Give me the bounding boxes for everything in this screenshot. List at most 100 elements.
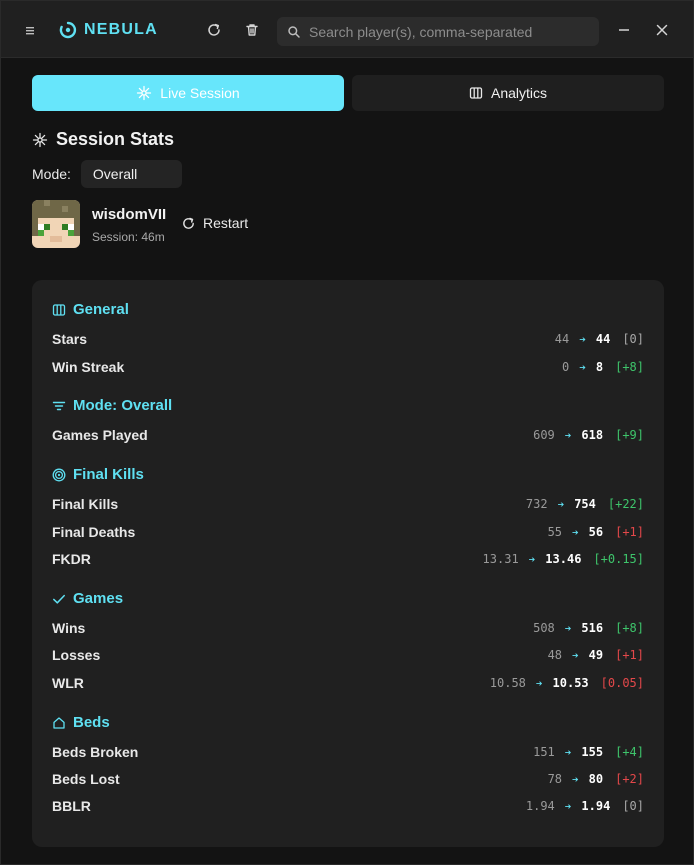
stat-new: 80: [588, 772, 604, 786]
category-title: Mode: Overall: [73, 397, 173, 414]
arrow-right-icon: ➔: [557, 497, 565, 511]
session-duration: Session: 46m: [92, 230, 165, 244]
target-icon: [52, 468, 66, 481]
stat-delta: [+1]: [615, 525, 644, 539]
tab-live-session[interactable]: Live Session: [32, 75, 344, 111]
stat-label: Stars: [52, 331, 88, 347]
restart-button[interactable]: Restart: [181, 215, 248, 231]
stat-row: Losses 48 ➔ 49 [+1]: [52, 645, 644, 665]
stat-values: 609 ➔ 618 [+9]: [533, 428, 644, 442]
stat-old: 609: [533, 428, 555, 442]
player-search[interactable]: [277, 17, 599, 46]
stat-old: 10.58: [489, 676, 526, 690]
app-window: NEBULA Search player(s), comma-separated…: [0, 0, 694, 865]
stat-label: Games Played: [52, 427, 148, 443]
category-title: Final Kills: [73, 466, 144, 483]
stat-old: 78: [547, 772, 563, 786]
category-mode: Mode: Overall: [52, 397, 172, 414]
arrow-right-icon: ➔: [572, 525, 579, 539]
refresh-button[interactable]: [204, 20, 224, 40]
stat-delta: [+4]: [615, 745, 644, 759]
stat-delta: [+8]: [615, 360, 644, 374]
category-title: Games: [73, 590, 124, 607]
stat-old: 1.94: [525, 799, 555, 813]
clear-button[interactable]: [242, 20, 262, 40]
stat-label: Beds Lost: [52, 771, 120, 787]
stat-delta: [0.05]: [600, 676, 644, 690]
title-bar: NEBULA: [1, 1, 693, 58]
close-button[interactable]: [652, 20, 672, 40]
category-general: General: [52, 301, 129, 318]
restart-label: Restart: [203, 215, 249, 231]
stat-label: Final Kills: [52, 496, 119, 512]
search-input[interactable]: [309, 23, 589, 40]
stat-label: BBLR: [52, 798, 91, 814]
tab-analytics[interactable]: Analytics: [352, 75, 664, 111]
stat-delta: [0]: [622, 799, 644, 813]
app-logo: NEBULA: [58, 20, 158, 40]
stat-new: 56: [588, 525, 604, 539]
stat-delta: [+0.15]: [593, 552, 644, 566]
stat-old: 13.31: [482, 552, 519, 566]
stat-row: Win Streak 0 ➔ 8 [+8]: [52, 357, 644, 377]
stat-values: 78 ➔ 80 [+2]: [548, 772, 644, 786]
columns-icon: [52, 303, 66, 316]
stat-row: BBLR 1.94 ➔ 1.94 [0]: [52, 796, 644, 816]
stat-new: 1.94: [581, 799, 611, 813]
stat-delta: [+22]: [607, 497, 644, 511]
category-beds: Beds: [52, 714, 110, 731]
player-info: wisdomVII Session: 46m: [32, 200, 166, 248]
arrow-right-icon: ➔: [579, 360, 586, 374]
stat-row: Final Deaths 55 ➔ 56 [+1]: [52, 522, 644, 542]
stat-values: 508 ➔ 516 [+8]: [533, 621, 644, 635]
restart-icon: [183, 217, 194, 229]
stat-row: Games Played 609 ➔ 618 [+9]: [52, 425, 644, 445]
stat-values: 10.58 ➔ 10.53 [0.05]: [490, 676, 644, 690]
arrow-right-icon: ➔: [579, 332, 586, 346]
stat-old: 0: [562, 360, 570, 374]
stat-values: 151 ➔ 155 [+4]: [533, 745, 644, 759]
stat-delta: [+9]: [615, 428, 644, 442]
stat-values: 48 ➔ 49 [+1]: [548, 648, 644, 662]
stat-label: Win Streak: [52, 359, 125, 375]
arrow-right-icon: ➔: [564, 799, 572, 813]
stat-old: 732: [525, 497, 548, 511]
stat-label: Beds Broken: [52, 744, 139, 760]
stat-row: Beds Lost 78 ➔ 80 [+2]: [52, 769, 644, 789]
arrow-right-icon: ➔: [535, 676, 543, 690]
tab-analytics-label: Analytics: [490, 85, 548, 101]
stat-new: 155: [581, 745, 604, 759]
stat-row: Final Kills 732 ➔ 754 [+22]: [52, 494, 644, 514]
stat-new: 754: [574, 497, 596, 511]
stat-delta: [0]: [622, 332, 644, 346]
minimize-icon: [619, 29, 629, 31]
stat-row: WLR 10.58 ➔ 10.53 [0.05]: [52, 673, 644, 693]
refresh-icon: [208, 23, 220, 36]
category-final-kills: Final Kills: [52, 466, 144, 483]
stat-delta: [+1]: [615, 648, 644, 662]
columns-icon: [469, 87, 483, 99]
mode-select[interactable]: Overall: [80, 160, 182, 188]
close-icon: [656, 24, 668, 36]
stats-card: General Stars 44 ➔ 44 [0] Win Streak 0 ➔…: [32, 280, 664, 847]
mode-row: Mode: Overall: [32, 160, 182, 188]
stat-values: 1.94 ➔ 1.94 [0]: [526, 799, 644, 813]
session-stats-heading: Session Stats: [32, 129, 174, 150]
mode-label: Mode:: [32, 166, 71, 182]
minimize-button[interactable]: [614, 20, 634, 40]
stat-delta: [+8]: [615, 621, 644, 635]
hamburger-menu-icon[interactable]: [22, 22, 38, 38]
session-stats-title: Session Stats: [56, 129, 175, 149]
category-games: Games: [52, 590, 123, 607]
sparkle-icon: [32, 132, 48, 147]
player-avatar: [32, 200, 80, 248]
stat-new: 10.53: [552, 676, 589, 690]
check-icon: [53, 594, 65, 604]
stat-old: 48: [547, 648, 563, 662]
stat-values: 55 ➔ 56 [+1]: [548, 525, 644, 539]
tab-live-label: Live Session: [160, 85, 240, 101]
app-name: NEBULA: [84, 21, 158, 38]
stat-values: 732 ➔ 754 [+22]: [526, 497, 644, 511]
trash-icon: [246, 24, 258, 36]
stat-new: 49: [588, 648, 604, 662]
